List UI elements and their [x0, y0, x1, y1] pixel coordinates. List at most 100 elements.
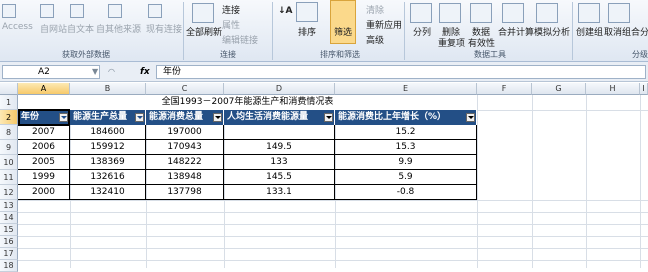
advanced-filter-button[interactable]: 高级: [366, 33, 384, 46]
table-cell[interactable]: 170943: [146, 140, 224, 155]
header-cell-consumption[interactable]: 能源消费总量: [146, 110, 224, 125]
header-cell-growth[interactable]: 能源消费比上年增长（%）: [335, 110, 477, 125]
table-cell[interactable]: 9.9: [335, 155, 477, 170]
insert-function-button[interactable]: fx: [140, 65, 150, 79]
row-header[interactable]: 14: [0, 212, 18, 224]
header-cell-per-capita[interactable]: 人均生活消费能源量: [224, 110, 335, 125]
from-other-sources-button[interactable]: 自其他来源: [96, 22, 141, 35]
ribbon: Access 自网站 自文本 自其他来源 现有连接 获取外部数据 全部刷新 连接…: [0, 0, 648, 62]
row-header[interactable]: 10: [0, 155, 18, 170]
what-if-icon: [536, 3, 558, 23]
table-cell[interactable]: 2007: [18, 125, 70, 140]
row-header[interactable]: 17: [0, 248, 18, 260]
table-cell[interactable]: 1999: [18, 170, 70, 185]
active-cell-selection: [18, 109, 70, 126]
table-cell[interactable]: 145.5: [224, 170, 335, 185]
column-header[interactable]: B: [70, 83, 146, 95]
table-cell[interactable]: 5.9: [335, 170, 477, 185]
header-cell-production[interactable]: 能源生产总量: [70, 110, 146, 125]
table-cell[interactable]: 2006: [18, 140, 70, 155]
consolidate-icon: [502, 3, 524, 23]
sort-az-icon[interactable]: ↓A: [278, 6, 293, 16]
filter-dropdown-icon[interactable]: [466, 113, 475, 122]
group-label-connections: 连接: [220, 50, 236, 59]
row-header[interactable]: 16: [0, 236, 18, 248]
gridline: [586, 95, 587, 268]
filter-dropdown-icon[interactable]: [324, 113, 333, 122]
row-header[interactable]: 15: [0, 224, 18, 236]
table-cell[interactable]: 2000: [18, 185, 70, 200]
row-header[interactable]: 9: [0, 140, 18, 155]
column-header[interactable]: A: [18, 83, 70, 95]
properties-button[interactable]: 属性: [222, 18, 240, 31]
column-header[interactable]: I: [640, 83, 648, 95]
from-access-button[interactable]: Access: [2, 22, 33, 32]
gridline: [18, 236, 648, 237]
from-text-button[interactable]: 自文本: [67, 22, 94, 35]
row-header[interactable]: 1: [0, 95, 18, 110]
row-header[interactable]: 12: [0, 185, 18, 200]
column-header[interactable]: C: [146, 83, 224, 95]
web-icon: [40, 4, 54, 18]
row-header[interactable]: 13: [0, 200, 18, 212]
column-header[interactable]: H: [586, 83, 640, 95]
connection-icon: [148, 4, 162, 18]
gridline: [18, 224, 648, 225]
reapply-button[interactable]: 重新应用: [366, 18, 402, 31]
connections-button[interactable]: 连接: [222, 3, 240, 16]
sheet-title[interactable]: 全国1993－2007年能源生产和消费情况表: [18, 95, 477, 110]
column-header[interactable]: G: [532, 83, 586, 95]
table-cell[interactable]: [224, 125, 335, 140]
remove-duplicates-icon: [439, 3, 461, 23]
gridline: [532, 95, 533, 268]
consolidate-button[interactable]: 合并计算: [498, 25, 534, 38]
name-box-dropdown-icon[interactable]: ▼: [92, 65, 98, 79]
clear-filter-button[interactable]: 清除: [366, 3, 384, 16]
table-cell[interactable]: 149.5: [224, 140, 335, 155]
filter-dropdown-icon[interactable]: [135, 113, 144, 122]
table-cell[interactable]: 138948: [146, 170, 224, 185]
from-web-button[interactable]: 自网站: [40, 22, 67, 35]
formula-input[interactable]: 年份: [156, 65, 646, 79]
filter-dropdown-icon[interactable]: [213, 113, 222, 122]
row-header[interactable]: 11: [0, 170, 18, 185]
table-cell[interactable]: 15.2: [335, 125, 477, 140]
table-cell[interactable]: 2005: [18, 155, 70, 170]
existing-connections-button[interactable]: 现有连接: [146, 22, 182, 35]
remove-duplicates-label2: 重复项: [438, 39, 466, 49]
worksheet-grid[interactable]: A B C D E F G H I 1 2 8 9 10 11 12 13 14…: [0, 83, 648, 272]
row-header[interactable]: 2: [0, 110, 18, 125]
column-header[interactable]: E: [335, 83, 477, 95]
group-icon: [578, 3, 600, 23]
sort-button[interactable]: 排序: [298, 25, 316, 38]
column-header[interactable]: F: [477, 83, 532, 95]
other-sources-icon: [108, 4, 122, 18]
table-cell[interactable]: -0.8: [335, 185, 477, 200]
row-header[interactable]: 18: [0, 260, 18, 272]
table-cell[interactable]: 138369: [70, 155, 146, 170]
formula-bar-resize-icon[interactable]: ◠: [108, 65, 115, 79]
column-header[interactable]: D: [224, 83, 335, 95]
table-cell[interactable]: 137798: [146, 185, 224, 200]
ungroup-button[interactable]: 取消组合: [604, 25, 640, 38]
name-box[interactable]: A2: [2, 65, 100, 79]
gridline: [18, 248, 648, 249]
subtotal-button[interactable]: 分: [640, 25, 648, 38]
table-cell[interactable]: 15.3: [335, 140, 477, 155]
table-cell[interactable]: 197000: [146, 125, 224, 140]
table-cell[interactable]: 159912: [70, 140, 146, 155]
table-cell[interactable]: 148222: [146, 155, 224, 170]
text-to-columns-button[interactable]: 分列: [413, 25, 431, 38]
what-if-analysis-button[interactable]: 模拟分析: [534, 25, 570, 38]
table-cell[interactable]: 133: [224, 155, 335, 170]
table-cell[interactable]: 132410: [70, 185, 146, 200]
table-cell[interactable]: 132616: [70, 170, 146, 185]
table-cell[interactable]: 184600: [70, 125, 146, 140]
table-cell[interactable]: 133.1: [224, 185, 335, 200]
group-button[interactable]: 创建组: [576, 25, 603, 38]
ribbon-separator: [272, 2, 273, 60]
row-header[interactable]: 8: [0, 125, 18, 140]
edit-links-button[interactable]: 编辑链接: [222, 33, 258, 46]
refresh-all-button[interactable]: 全部刷新: [186, 25, 222, 38]
select-all-corner[interactable]: [0, 83, 18, 95]
